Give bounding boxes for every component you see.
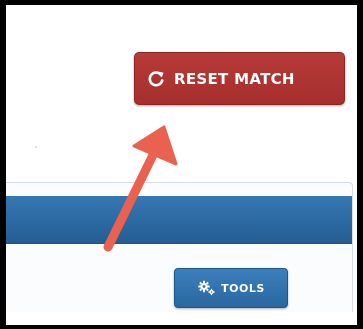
tools-button[interactable]: TOOLS — [174, 268, 288, 308]
gears-icon — [197, 280, 217, 296]
dot-mark — [35, 146, 37, 148]
reset-match-button[interactable]: RESET MATCH — [134, 52, 345, 105]
panel-header-bar — [6, 196, 352, 244]
reset-match-label: RESET MATCH — [174, 69, 295, 88]
refresh-icon — [147, 70, 165, 88]
tools-label: TOOLS — [221, 281, 265, 295]
